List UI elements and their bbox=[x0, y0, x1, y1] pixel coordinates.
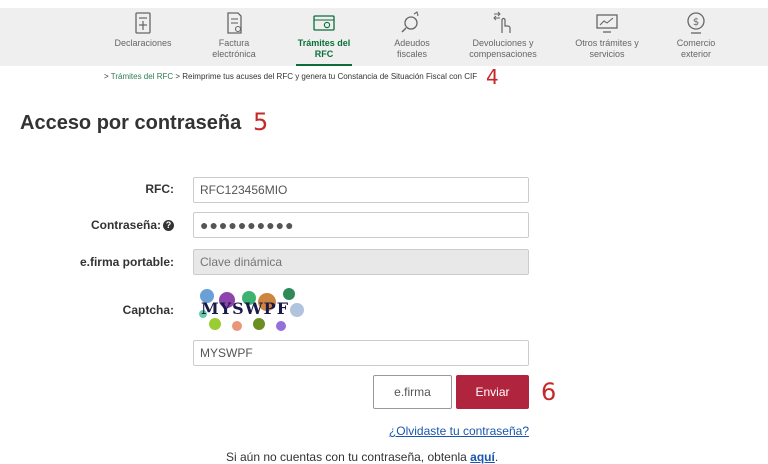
signup-prefix: Si aún no cuentas con tu contraseña, obt… bbox=[226, 450, 471, 464]
svg-text:$: $ bbox=[693, 17, 699, 28]
nav-label: Adeudos fiscales bbox=[394, 38, 430, 59]
captcha-input[interactable] bbox=[193, 340, 529, 366]
nav-item-tramites-rfc[interactable]: Trámites del RFC bbox=[284, 8, 364, 66]
id-card-icon bbox=[313, 15, 335, 31]
signup-suffix: . bbox=[494, 450, 499, 464]
nav-item-comercio-exterior[interactable]: $ Comercio exterior bbox=[660, 8, 732, 66]
hand-arrows-icon bbox=[493, 11, 511, 33]
annotation-marker-6: 6 bbox=[541, 378, 557, 406]
breadcrumb: > Trámites del RFC > Reimprime tus acuse… bbox=[104, 72, 477, 81]
forgot-password-link[interactable]: ¿Olvidaste tu contraseña? bbox=[389, 424, 529, 438]
captcha-label: Captcha: bbox=[122, 303, 174, 317]
nav-label: Factura electrónica bbox=[212, 38, 256, 59]
nav-item-devoluciones[interactable]: Devoluciones y compensaciones bbox=[460, 8, 546, 66]
nav-item-otros-tramites[interactable]: Otros trámites y servicios bbox=[566, 8, 648, 66]
annotation-marker-5: 5 bbox=[253, 108, 269, 136]
nav-item-adeudos[interactable]: Adeudos fiscales bbox=[374, 8, 450, 66]
enviar-button[interactable]: Enviar bbox=[456, 375, 529, 409]
page-title: Acceso por contraseña bbox=[20, 112, 242, 134]
calculator-icon bbox=[135, 12, 151, 34]
captcha-image: MYSWPF bbox=[199, 288, 304, 331]
captcha-text: MYSWPF bbox=[201, 299, 289, 318]
signup-link[interactable]: aquí bbox=[470, 450, 495, 464]
breadcrumb-current: Reimprime tus acuses del RFC y genera tu… bbox=[182, 72, 478, 81]
efirma-portable-input bbox=[193, 249, 529, 275]
nav-item-factura[interactable]: Factura electrónica bbox=[196, 8, 272, 66]
efirma-portable-label: e.firma portable: bbox=[79, 255, 174, 269]
invoice-icon bbox=[227, 12, 242, 34]
rfc-input[interactable] bbox=[193, 177, 529, 203]
rfc-label: RFC: bbox=[145, 182, 174, 196]
nav-label: Trámites del RFC bbox=[297, 38, 351, 59]
breadcrumb-separator: > bbox=[175, 72, 181, 81]
breadcrumb-separator: > bbox=[104, 72, 109, 81]
nav-item-declaraciones[interactable]: Declaraciones bbox=[100, 8, 186, 66]
globe-dollar-icon: $ bbox=[687, 12, 705, 34]
monitor-chart-icon bbox=[596, 14, 618, 33]
annotation-marker-4: 4 bbox=[486, 65, 499, 89]
nav-label: Declaraciones bbox=[114, 38, 172, 48]
nav-label: Otros trámites y servicios bbox=[575, 38, 639, 59]
search-coin-icon bbox=[401, 11, 419, 33]
help-icon[interactable]: ? bbox=[163, 220, 174, 231]
password-label: Contraseña: bbox=[90, 218, 161, 232]
main-nav: Declaraciones Factura electrónica Trámit… bbox=[0, 8, 768, 66]
breadcrumb-link-tramites[interactable]: Trámites del RFC bbox=[111, 72, 173, 81]
nav-label: Comercio exterior bbox=[676, 38, 716, 59]
password-label-group: Contraseña:? bbox=[34, 218, 174, 232]
signup-text: Si aún no cuentas con tu contraseña, obt… bbox=[226, 450, 498, 464]
password-input[interactable] bbox=[193, 212, 529, 238]
efirma-button[interactable]: e.firma bbox=[373, 375, 452, 409]
nav-label: Devoluciones y compensaciones bbox=[469, 38, 537, 59]
